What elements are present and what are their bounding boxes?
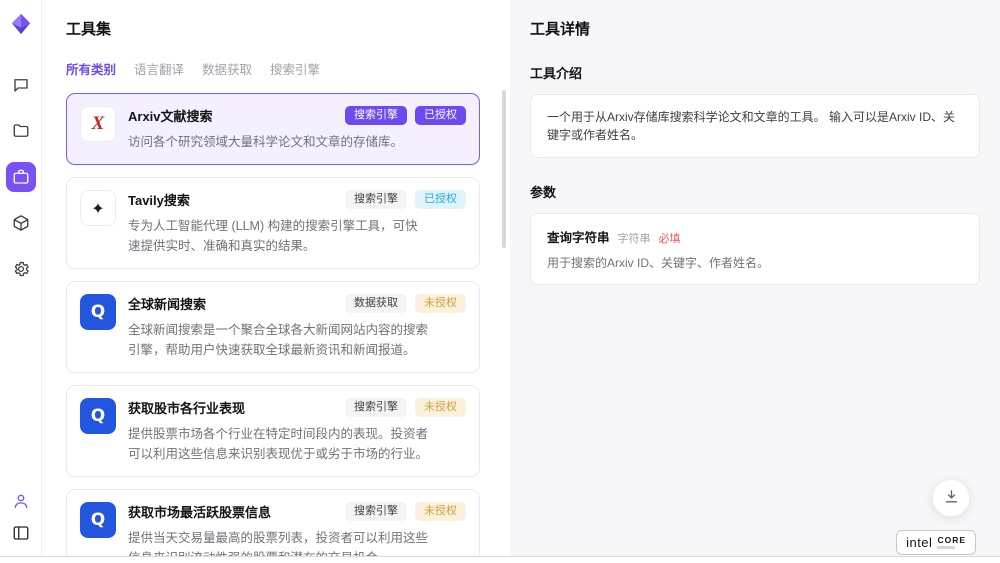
intel-logo-text: intel [906, 535, 932, 550]
intro-heading: 工具介绍 [530, 63, 980, 82]
core-logo-subline [937, 546, 955, 549]
tool-name: Tavily搜索 [128, 190, 190, 209]
tool-card[interactable]: 获取股市各行业表现 搜索引擎 未授权 提供股票市场各个行业在特定时间段内的表现。… [66, 385, 480, 477]
panel-toggle-icon[interactable] [6, 518, 36, 548]
tool-description: 提供股票市场各个行业在特定时间段内的表现。投资者可以利用这些信息来识别表现优于或… [128, 424, 430, 464]
tool-card[interactable]: Tavily搜索 搜索引擎 已授权 专为人工智能代理 (LLM) 构建的搜索引擎… [66, 177, 480, 269]
tool-description: 全球新闻搜索是一个聚合全球各大新闻网站内容的搜索引擎，帮助用户快速获取全球最新资… [128, 320, 430, 360]
status-badge: 已授权 [415, 106, 466, 125]
news-api-logo [80, 294, 116, 330]
param-description: 用于搜索的Arxiv ID、关键字、作者姓名。 [547, 254, 963, 271]
param-required-label: 必填 [659, 230, 681, 246]
app-window: 工具集 所有类别语言翻译数据获取搜索引擎 Arxiv文献搜索 搜索引擎 已授权 … [0, 0, 1000, 557]
intro-card: 一个用于从Arxiv存储库搜索科学论文和文章的工具。 输入可以是Arxiv ID… [530, 94, 980, 158]
stock-api-logo [80, 502, 116, 538]
category-badge: 搜索引擎 [345, 398, 407, 417]
tool-list: Arxiv文献搜索 搜索引擎 已授权 访问各个研究领域大量科学论文和文章的存储库… [66, 93, 480, 556]
download-button[interactable] [932, 479, 970, 517]
status-badge: 未授权 [415, 502, 466, 521]
tab-搜索引擎[interactable]: 搜索引擎 [270, 59, 320, 78]
intro-text: 一个用于从Arxiv存储库搜索科学论文和文章的工具。 输入可以是Arxiv ID… [547, 108, 963, 144]
params-heading: 参数 [530, 182, 980, 201]
status-badge: 未授权 [415, 294, 466, 313]
tool-collection-panel: 工具集 所有类别语言翻译数据获取搜索引擎 Arxiv文献搜索 搜索引擎 已授权 … [42, 0, 510, 556]
tool-card[interactable]: Arxiv文献搜索 搜索引擎 已授权 访问各个研究领域大量科学论文和文章的存储库… [66, 93, 480, 165]
tavily-logo [80, 190, 116, 226]
tool-card[interactable]: 获取市场最活跃股票信息 搜索引擎 未授权 提供当天交易量最高的股票列表，投资者可… [66, 489, 480, 556]
tool-name: 全球新闻搜索 [128, 294, 206, 313]
user-icon[interactable] [6, 486, 36, 516]
folder-icon[interactable] [6, 116, 36, 146]
sidebar-bottom [6, 486, 36, 548]
tab-所有类别[interactable]: 所有类别 [66, 59, 116, 78]
sidebar-nav [6, 70, 36, 284]
scrollbar-thumb[interactable] [502, 90, 506, 248]
status-badge: 未授权 [415, 398, 466, 417]
gear-icon[interactable] [6, 254, 36, 284]
tool-description: 提供当天交易量最高的股票列表，投资者可以利用这些信息来识别流动性强的股票和潜在的… [128, 528, 430, 556]
tool-detail-title: 工具详情 [530, 18, 980, 39]
tool-collection-title: 工具集 [66, 18, 480, 39]
param-name: 查询字符串 [547, 227, 610, 246]
core-logo-text: CORE [937, 536, 966, 545]
tool-detail-panel: 工具详情 工具介绍 一个用于从Arxiv存储库搜索科学论文和文章的工具。 输入可… [510, 0, 1000, 556]
category-badge: 数据获取 [345, 294, 407, 313]
chat-icon[interactable] [6, 70, 36, 100]
tool-name: 获取市场最活跃股票信息 [128, 502, 271, 521]
param-type: 字符串 [618, 230, 651, 246]
category-badge: 搜索引擎 [345, 502, 407, 521]
tool-description: 专为人工智能代理 (LLM) 构建的搜索引擎工具，可快速提供实时、准确和真实的结… [128, 216, 430, 256]
category-badge: 搜索引擎 [345, 106, 407, 125]
tool-name: Arxiv文献搜索 [128, 106, 213, 125]
tool-card[interactable]: 全球新闻搜索 数据获取 未授权 全球新闻搜索是一个聚合全球各大新闻网站内容的搜索… [66, 281, 480, 373]
status-badge: 已授权 [415, 190, 466, 209]
category-badge: 搜索引擎 [345, 190, 407, 209]
tab-语言翻译[interactable]: 语言翻译 [134, 59, 184, 78]
stock-api-logo [80, 398, 116, 434]
arxiv-logo [80, 106, 116, 142]
tool-description: 访问各个研究领域大量科学论文和文章的存储库。 [128, 132, 430, 152]
category-tabs: 所有类别语言翻译数据获取搜索引擎 [66, 59, 480, 78]
download-icon [943, 488, 960, 508]
intel-core-badge: intel CORE [896, 530, 976, 555]
app-logo [9, 12, 33, 36]
cube-icon[interactable] [6, 208, 36, 238]
parameter-card: 查询字符串 字符串 必填 用于搜索的Arxiv ID、关键字、作者姓名。 [530, 213, 980, 285]
tool-name: 获取股市各行业表现 [128, 398, 245, 417]
briefcase-icon[interactable] [6, 162, 36, 192]
sidebar [0, 0, 42, 556]
tab-数据获取[interactable]: 数据获取 [202, 59, 252, 78]
